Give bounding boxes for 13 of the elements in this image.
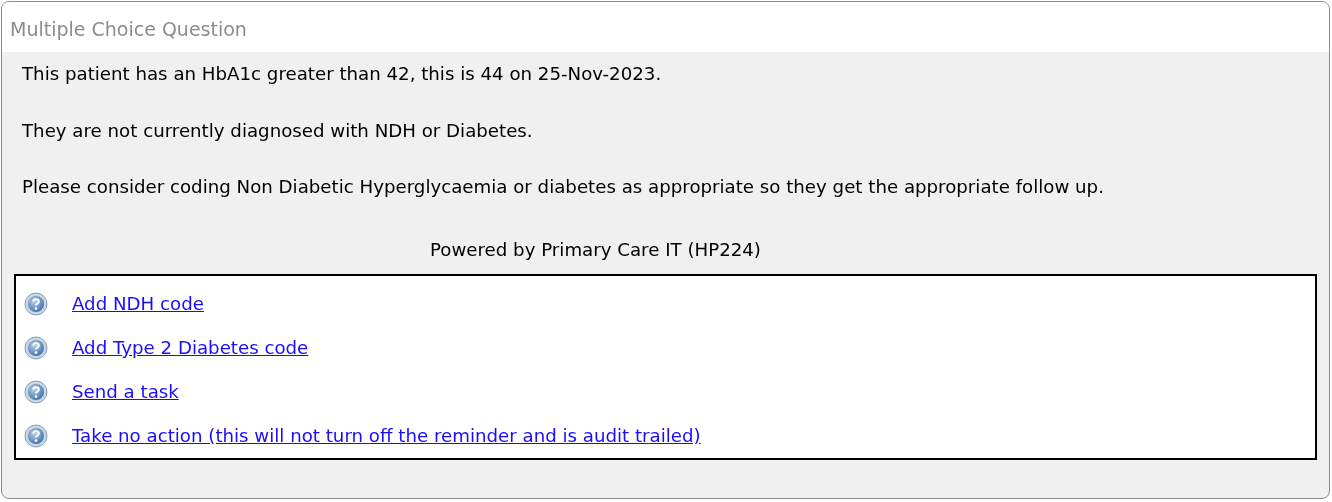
help-icon — [24, 291, 48, 316]
message-text: This patient has an HbA1c greater than 42, this is 44 on 25-Nov-2023. — [22, 62, 663, 86]
option-link[interactable]: Take no action (this will not turn off the reminder and is audit trailed) — [72, 425, 701, 446]
option-link[interactable]: Send a task — [72, 381, 179, 402]
window-title: Multiple Choice Question — [10, 18, 247, 40]
option-link[interactable]: Add Type 2 Diabetes code — [72, 337, 309, 358]
option-link[interactable]: Add NDH code — [72, 293, 204, 314]
powered-by-text: Powered by Primary Care IT (HP224) — [430, 238, 761, 262]
help-icon — [24, 423, 48, 448]
help-icon — [24, 379, 48, 404]
help-icon — [24, 335, 48, 360]
message-text: Please consider coding Non Diabetic Hyperglycaemia or diabetes as appropriate so they get the appropriate follow up. — [22, 175, 1105, 199]
message-text: They are not currently diagnosed with NDH or Diabetes. — [22, 118, 534, 143]
